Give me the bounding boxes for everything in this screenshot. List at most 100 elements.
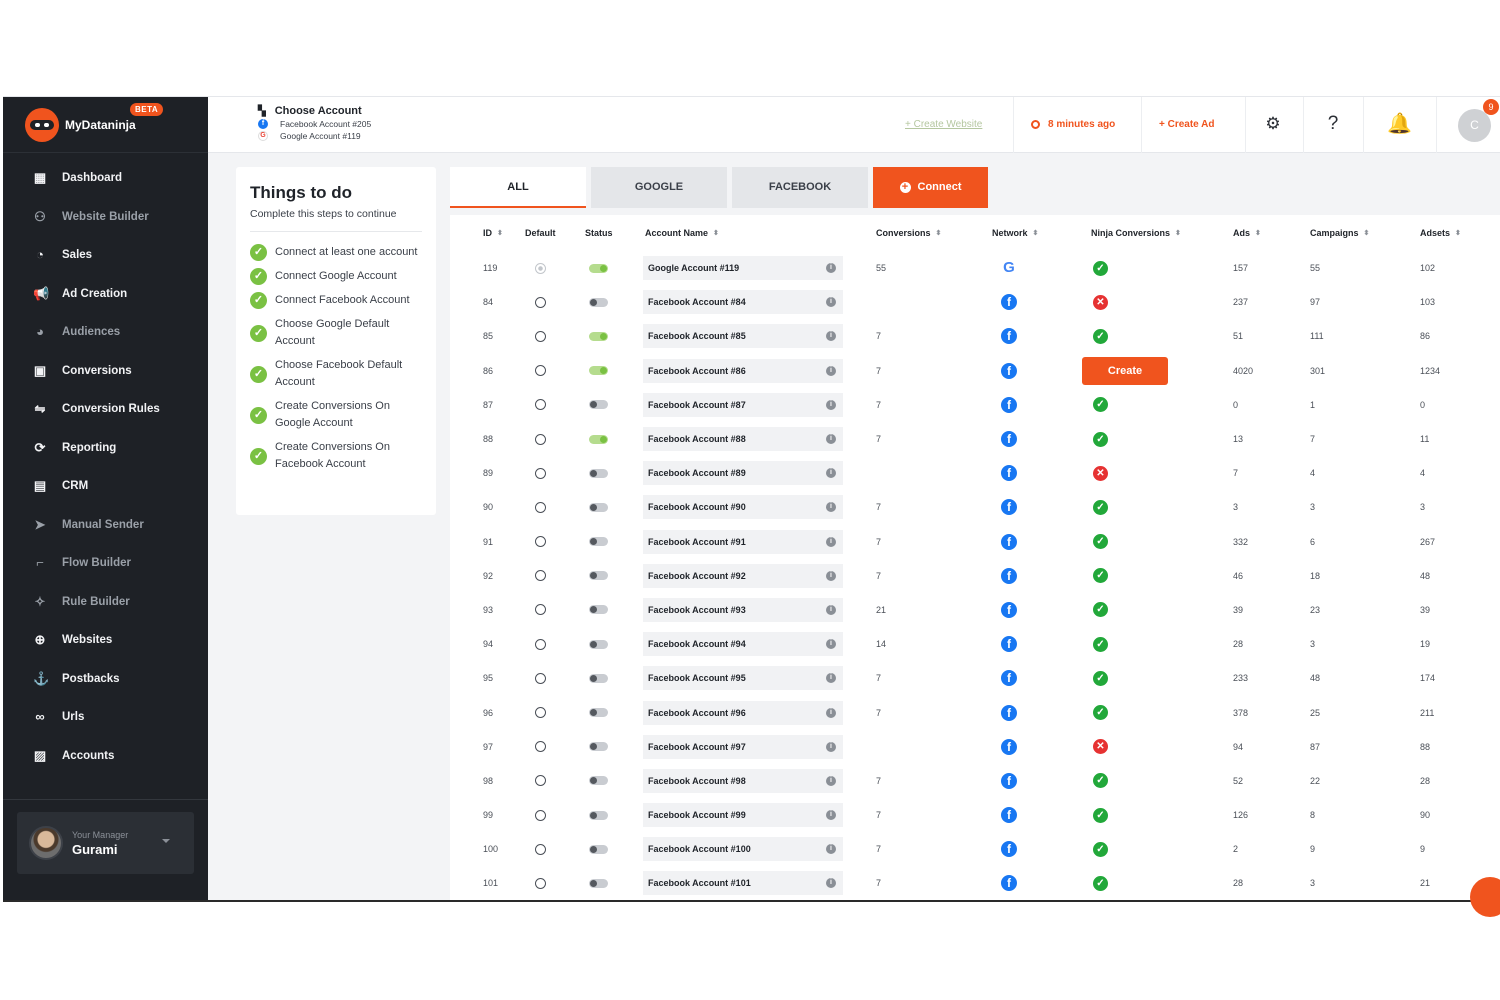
status-toggle[interactable]: [589, 571, 608, 581]
info-icon[interactable]: i: [826, 434, 836, 445]
sidebar-item-postbacks[interactable]: ⚓ Postbacks: [3, 660, 208, 699]
status-toggle[interactable]: [589, 331, 608, 341]
info-icon[interactable]: i: [826, 502, 836, 513]
account-name-box[interactable]: Facebook Account #91 i: [643, 529, 843, 554]
status-toggle[interactable]: [589, 297, 608, 307]
col-adsets[interactable]: Adsets ⬍: [1420, 215, 1461, 251]
account-name-box[interactable]: Facebook Account #88 i: [643, 427, 843, 452]
status-toggle[interactable]: [589, 639, 608, 649]
sidebar-item-ad-creation[interactable]: 📢 Ad Creation: [3, 275, 208, 314]
default-radio[interactable]: [535, 433, 546, 445]
manager-card[interactable]: Your Manager Gurami: [17, 812, 194, 874]
default-radio[interactable]: [535, 672, 546, 684]
gear-icon[interactable]: ⚙: [1261, 112, 1285, 136]
info-icon[interactable]: i: [826, 263, 836, 274]
status-toggle[interactable]: [589, 468, 608, 478]
status-toggle[interactable]: [589, 434, 608, 444]
col-network[interactable]: Network ⬍: [992, 215, 1038, 251]
account-name-box[interactable]: Facebook Account #87 i: [643, 392, 843, 417]
sidebar-item-audiences[interactable]: ◕ Audiences: [3, 313, 208, 352]
sidebar-item-sales[interactable]: ◔ Sales: [3, 236, 208, 275]
create-ad-button[interactable]: + Create Ad: [1159, 119, 1214, 130]
sidebar-item-website-builder[interactable]: ⚇ Website Builder: [3, 198, 208, 237]
default-radio[interactable]: [535, 330, 546, 342]
status-toggle[interactable]: [589, 810, 608, 820]
sidebar-item-crm[interactable]: ▤ CRM: [3, 467, 208, 506]
status-toggle[interactable]: [589, 776, 608, 786]
account-name-box[interactable]: Facebook Account #90 i: [643, 495, 843, 520]
default-radio[interactable]: [535, 809, 546, 821]
info-icon[interactable]: i: [826, 604, 836, 615]
sidebar-item-dashboard[interactable]: ▦ Dashboard: [3, 159, 208, 198]
create-website-link[interactable]: + Create Website: [905, 119, 982, 130]
col-ads[interactable]: Ads ⬍: [1233, 215, 1261, 251]
status-toggle[interactable]: [589, 537, 608, 547]
status-toggle[interactable]: [589, 673, 608, 683]
col-campaigns[interactable]: Campaigns ⬍: [1310, 215, 1369, 251]
default-radio[interactable]: [535, 570, 546, 582]
create-conversion-button[interactable]: Create: [1082, 356, 1168, 385]
status-toggle[interactable]: [589, 605, 608, 615]
status-toggle[interactable]: [589, 844, 608, 854]
info-icon[interactable]: i: [826, 468, 836, 479]
status-toggle[interactable]: [589, 263, 608, 273]
tab-google[interactable]: GOOGLE: [591, 167, 727, 208]
account-name-box[interactable]: Facebook Account #99 i: [643, 803, 843, 828]
info-icon[interactable]: i: [826, 707, 836, 718]
account-name-box[interactable]: Facebook Account #89 i: [643, 461, 843, 486]
tab-facebook[interactable]: FACEBOOK: [732, 167, 868, 208]
account-name-box[interactable]: Facebook Account #95 i: [643, 666, 843, 691]
account-name-box[interactable]: Facebook Account #94 i: [643, 632, 843, 657]
default-radio[interactable]: [535, 262, 546, 274]
account-chooser[interactable]: ▚ Choose Account f Facebook Account #205 G…: [258, 105, 371, 141]
info-icon[interactable]: i: [826, 399, 836, 410]
default-radio[interactable]: [535, 604, 546, 616]
sidebar-item-accounts[interactable]: ▨ Accounts: [3, 737, 208, 776]
status-toggle[interactable]: [589, 400, 608, 410]
sidebar-item-urls[interactable]: ∞ Urls: [3, 698, 208, 737]
col-account-name[interactable]: Account Name ⬍: [645, 215, 719, 251]
info-icon[interactable]: i: [826, 331, 836, 342]
help-icon[interactable]: ?: [1321, 112, 1345, 136]
account-name-box[interactable]: Facebook Account #84 i: [643, 290, 843, 315]
default-radio[interactable]: [535, 775, 546, 787]
default-radio[interactable]: [535, 877, 546, 889]
sidebar-item-flow-builder[interactable]: ⌐ Flow Builder: [3, 544, 208, 583]
info-icon[interactable]: i: [826, 365, 836, 376]
chevron-down-icon[interactable]: [162, 839, 170, 843]
info-icon[interactable]: i: [826, 878, 836, 889]
default-radio[interactable]: [535, 399, 546, 411]
status-toggle[interactable]: [589, 366, 608, 376]
account-name-box[interactable]: Facebook Account #98 i: [643, 768, 843, 793]
status-toggle[interactable]: [589, 742, 608, 752]
connect-button[interactable]: + Connect: [873, 167, 988, 208]
chat-fab-button[interactable]: [1470, 877, 1500, 917]
info-icon[interactable]: i: [826, 570, 836, 581]
col-conversions[interactable]: Conversions ⬍: [876, 215, 941, 251]
account-name-box[interactable]: Facebook Account #92 i: [643, 563, 843, 588]
default-radio[interactable]: [535, 638, 546, 650]
info-icon[interactable]: i: [826, 775, 836, 786]
account-name-box[interactable]: Facebook Account #85 i: [643, 324, 843, 349]
default-radio[interactable]: [535, 843, 546, 855]
status-toggle[interactable]: [589, 502, 608, 512]
bell-icon[interactable]: 🔔: [1387, 112, 1412, 136]
info-icon[interactable]: i: [826, 536, 836, 547]
sidebar-item-conversions[interactable]: ▣ Conversions: [3, 352, 208, 391]
default-radio[interactable]: [535, 467, 546, 479]
col-ninja-conversions[interactable]: Ninja Conversions ⬍: [1091, 215, 1181, 251]
account-name-box[interactable]: Facebook Account #93 i: [643, 597, 843, 622]
info-icon[interactable]: i: [826, 741, 836, 752]
info-icon[interactable]: i: [826, 639, 836, 650]
sidebar-item-conversion-rules[interactable]: ⇋ Conversion Rules: [3, 390, 208, 429]
brand[interactable]: MyDataninja BETA: [3, 97, 208, 153]
sidebar-item-websites[interactable]: ⊕ Websites: [3, 621, 208, 660]
info-icon[interactable]: i: [826, 844, 836, 855]
default-radio[interactable]: [535, 296, 546, 308]
col-id[interactable]: ID ⬍: [483, 215, 503, 251]
default-radio[interactable]: [535, 707, 546, 719]
info-icon[interactable]: i: [826, 673, 836, 684]
account-name-box[interactable]: Facebook Account #97 i: [643, 734, 843, 759]
info-icon[interactable]: i: [826, 297, 836, 308]
default-radio[interactable]: [535, 536, 546, 548]
